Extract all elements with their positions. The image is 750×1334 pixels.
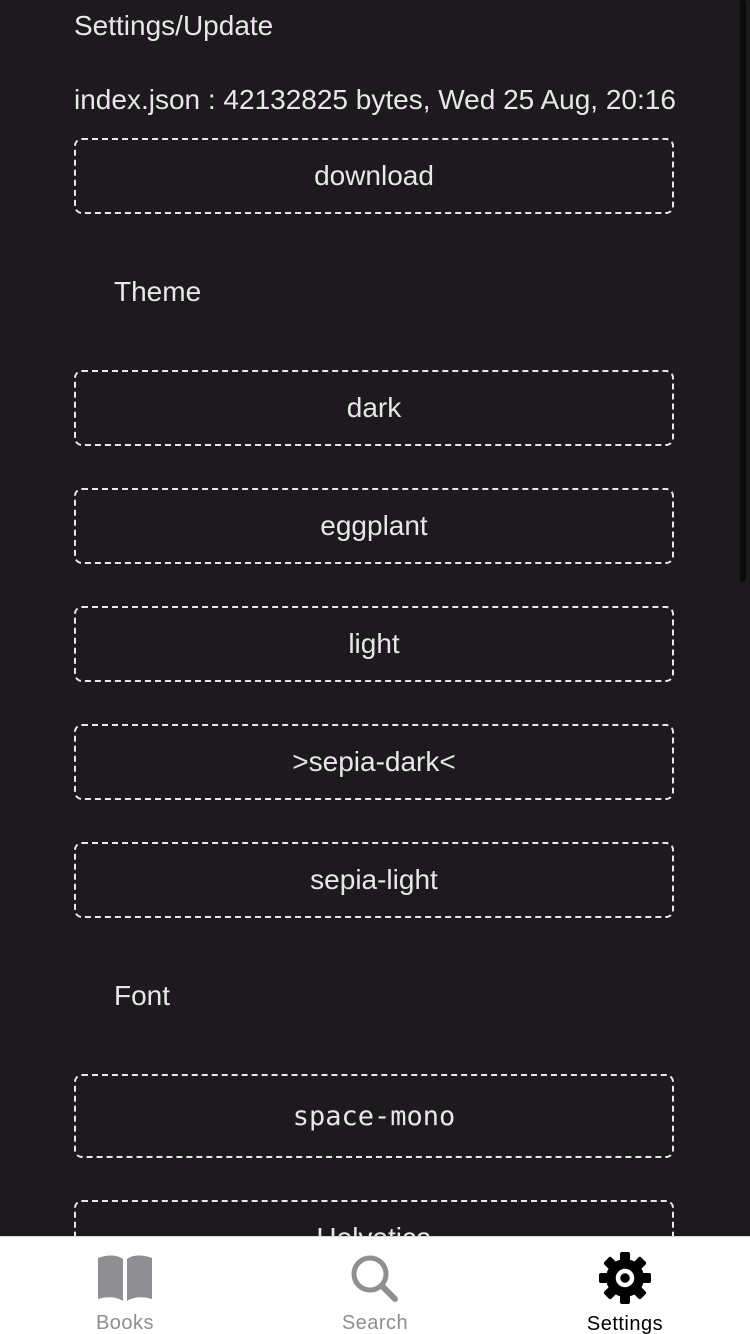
theme-option-sepia-light[interactable]: sepia-light (74, 842, 674, 918)
tab-search[interactable]: Search (250, 1237, 500, 1334)
tab-settings[interactable]: Settings (500, 1237, 750, 1334)
search-icon (345, 1251, 405, 1304)
tab-books-label: Books (95, 1312, 155, 1334)
font-option-space-mono[interactable]: space-mono (74, 1074, 674, 1158)
tab-settings-label: Settings (586, 1313, 664, 1334)
font-section-label: Font (114, 980, 171, 1011)
theme-option-eggplant[interactable]: eggplant (74, 488, 674, 564)
font-option-helvetica[interactable]: Helvetica (74, 1200, 674, 1236)
tab-books[interactable]: Books (0, 1237, 250, 1334)
gear-icon (595, 1251, 655, 1305)
download-button[interactable]: download (74, 138, 674, 214)
theme-option-dark[interactable]: dark (74, 370, 674, 446)
theme-section-label: Theme (114, 276, 202, 307)
tab-bar: Books Search Settings (0, 1236, 750, 1334)
page-title: Settings/Update (74, 10, 274, 41)
tab-search-label: Search (341, 1312, 409, 1334)
scrollbar[interactable] (740, 0, 746, 582)
theme-option-light[interactable]: light (74, 606, 674, 682)
settings-screen: Settings/Update index.json : 42132825 by… (0, 0, 750, 1334)
index-file-info: index.json : 42132825 bytes, Wed 25 Aug,… (74, 84, 676, 115)
theme-option-sepia-dark[interactable]: >sepia-dark< (74, 724, 674, 800)
book-icon (95, 1251, 155, 1304)
settings-content[interactable]: Settings/Update index.json : 42132825 by… (0, 0, 750, 1236)
